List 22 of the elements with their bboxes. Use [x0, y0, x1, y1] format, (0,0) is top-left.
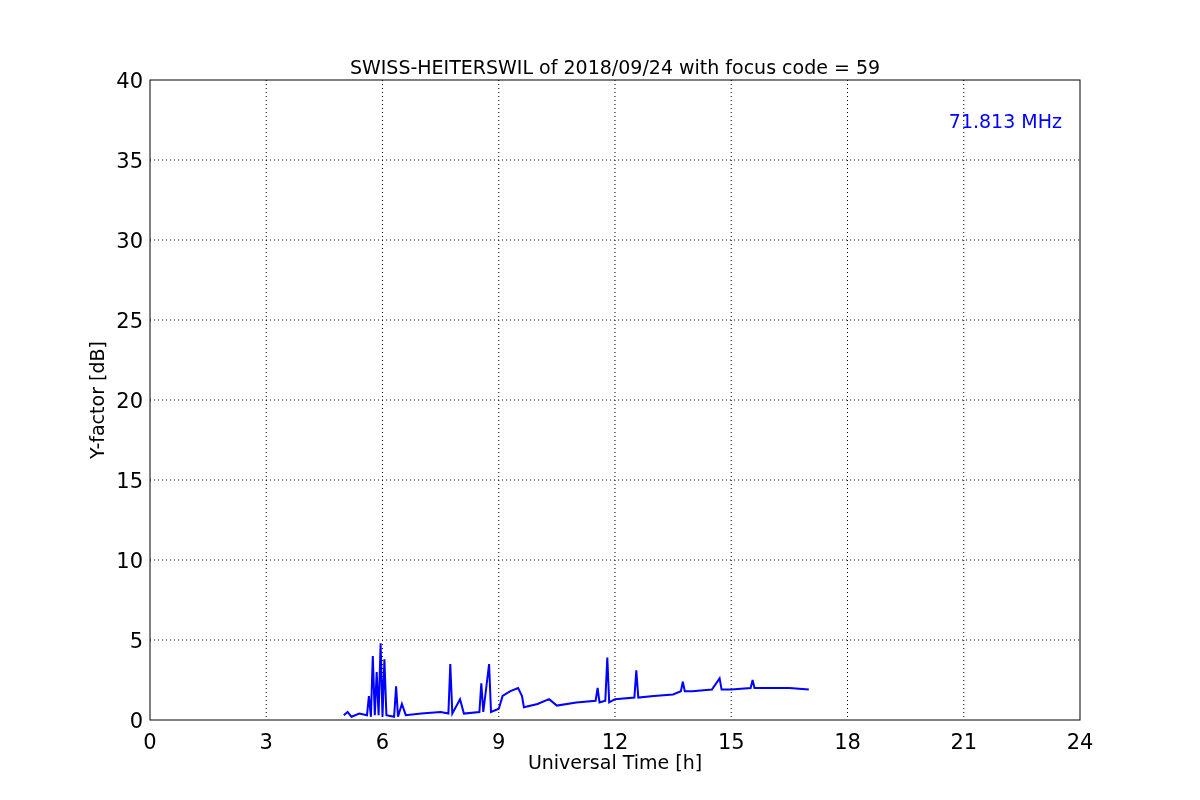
y-tick-label: 40: [116, 69, 143, 93]
y-tick-label: 35: [116, 149, 143, 173]
y-tick-label: 10: [116, 549, 143, 573]
y-tick-label: 30: [116, 229, 143, 253]
chart-title: SWISS-HEITERSWIL of 2018/09/24 with focus code = 59: [349, 56, 881, 78]
y-tick-label: 15: [116, 469, 143, 493]
x-tick-label: 0: [143, 730, 157, 754]
x-tick-label: 9: [492, 730, 506, 754]
y-tick-label: 25: [116, 309, 143, 333]
x-tick-label: 15: [717, 730, 745, 754]
y-tick-label: 0: [129, 709, 143, 733]
x-tick-label: 18: [834, 730, 861, 754]
y-tick-label: 20: [116, 389, 143, 413]
x-tick-label: 3: [259, 730, 273, 754]
frequency-annotation: 71.813 MHz: [948, 110, 1062, 132]
x-axis-label: Universal Time [h]: [527, 751, 703, 773]
x-tick-label: 6: [375, 730, 390, 754]
x-tick-label: 21: [950, 730, 978, 754]
x-tick-label: 12: [601, 730, 629, 754]
y-tick-label: 5: [129, 629, 143, 653]
y-axis-label: Y-factor [dB]: [86, 341, 108, 459]
x-tick-label: 24: [1066, 730, 1094, 754]
